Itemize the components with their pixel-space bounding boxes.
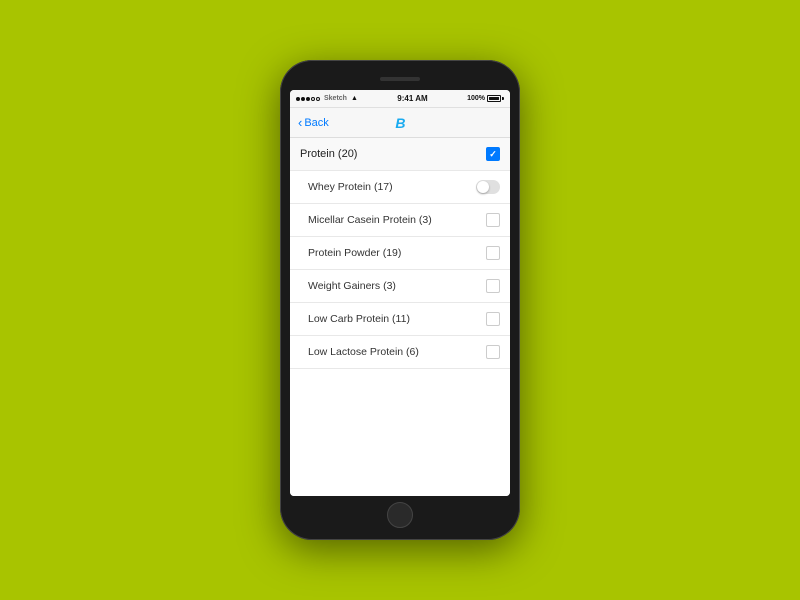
home-button[interactable] (387, 502, 413, 528)
whey-toggle[interactable] (476, 180, 500, 194)
list-item-micellar[interactable]: Micellar Casein Protein (3) (290, 204, 510, 237)
back-chevron-icon: ‹ (298, 116, 302, 129)
list-item-whey-label: Whey Protein (17) (300, 181, 393, 193)
wifi-icon: ▲ (351, 95, 358, 102)
list-item-gainers-label: Weight Gainers (3) (300, 280, 396, 292)
list-item-powder[interactable]: Protein Powder (19) (290, 237, 510, 270)
powder-checkbox[interactable] (486, 246, 500, 260)
signal-dot-4 (311, 97, 315, 101)
list-item-powder-label: Protein Powder (19) (300, 247, 401, 259)
battery-body (487, 95, 501, 102)
brand-logo: B (395, 115, 405, 131)
status-left: Sketch ▲ (296, 95, 358, 102)
back-label: Back (304, 117, 328, 129)
gainers-checkbox[interactable] (486, 279, 500, 293)
list-item-lowlactose-label: Low Lactose Protein (6) (300, 346, 419, 358)
phone-speaker (380, 77, 420, 81)
status-right: 100% (467, 95, 504, 102)
battery-tip (502, 97, 504, 100)
battery-fill (489, 97, 499, 100)
protein-checkbox[interactable] (486, 147, 500, 161)
filter-list: Protein (20) Whey Protein (17) Micellar … (290, 138, 510, 496)
status-bar: Sketch ▲ 9:41 AM 100% (290, 90, 510, 108)
signal-dot-1 (296, 97, 300, 101)
nav-bar: ‹ Back B (290, 108, 510, 138)
list-item-lowlactose[interactable]: Low Lactose Protein (6) (290, 336, 510, 369)
list-item-protein-label: Protein (20) (300, 148, 357, 160)
phone-bottom (290, 500, 510, 530)
battery-icon (487, 95, 504, 102)
list-item-micellar-label: Micellar Casein Protein (3) (300, 214, 432, 226)
toggle-knob (477, 181, 489, 193)
micellar-checkbox[interactable] (486, 213, 500, 227)
phone-screen: Sketch ▲ 9:41 AM 100% ‹ Back B (290, 90, 510, 496)
lowcarb-checkbox[interactable] (486, 312, 500, 326)
list-item-protein[interactable]: Protein (20) (290, 138, 510, 171)
list-item-lowcarb-label: Low Carb Protein (11) (300, 313, 410, 325)
battery-percentage: 100% (467, 95, 485, 102)
phone-top-bar (290, 70, 510, 88)
phone-frame: Sketch ▲ 9:41 AM 100% ‹ Back B (280, 60, 520, 540)
signal-dot-5 (316, 97, 320, 101)
status-time: 9:41 AM (397, 94, 427, 103)
signal-dot-2 (301, 97, 305, 101)
signal-dot-3 (306, 97, 310, 101)
list-item-gainers[interactable]: Weight Gainers (3) (290, 270, 510, 303)
signal-dots (296, 97, 320, 101)
carrier-label: Sketch (324, 95, 347, 102)
list-item-lowcarb[interactable]: Low Carb Protein (11) (290, 303, 510, 336)
lowlactose-checkbox[interactable] (486, 345, 500, 359)
back-button[interactable]: ‹ Back (298, 116, 329, 129)
list-item-whey[interactable]: Whey Protein (17) (290, 171, 510, 204)
